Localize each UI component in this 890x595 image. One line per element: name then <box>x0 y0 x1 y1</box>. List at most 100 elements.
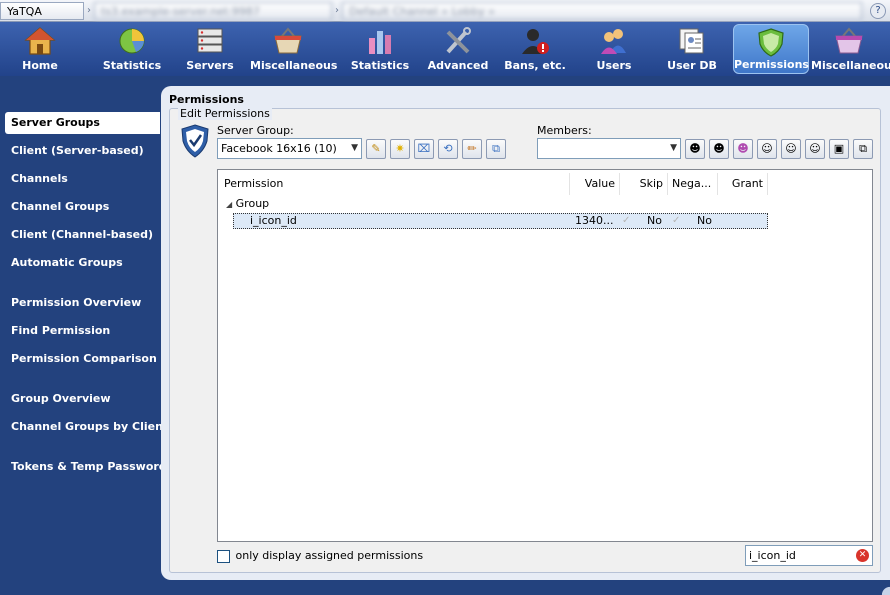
breadcrumb-server[interactable]: ts3.example-server.net:9987 <box>94 2 332 20</box>
user-add-icon: ☻ <box>737 142 749 155</box>
corner-logo-icon <box>876 581 890 595</box>
copy-icon: ⧉ <box>492 142 500 155</box>
tools-icon <box>446 27 471 54</box>
cell-value: 1340... <box>575 214 614 227</box>
users-icon <box>601 29 626 54</box>
server-group-select[interactable]: Facebook 16x16 (10) ▼ <box>217 138 362 159</box>
breadcrumb-app[interactable]: YaTQA <box>0 2 84 20</box>
checkbox-box[interactable] <box>217 549 230 563</box>
toolbar-user-db-button[interactable]: User DB <box>654 24 730 74</box>
toolbar-servers-button[interactable]: Servers <box>172 24 248 74</box>
users-icon: ☺ <box>785 142 797 155</box>
edit-permissions-group: Edit Permissions Server Group: Facebook … <box>169 107 881 573</box>
refresh-icon: ⟲ <box>443 142 453 155</box>
breadcrumb-channel[interactable]: Default Channel » Lobby » <box>342 2 862 20</box>
sidebar-item-automatic-groups[interactable]: Automatic Groups <box>5 252 160 274</box>
toolbar-advanced-button[interactable]: Advanced <box>420 24 496 74</box>
permission-table[interactable]: Permission Value Skip Nega... Grant ◢ Gr… <box>217 169 873 542</box>
basket-icon <box>274 27 302 54</box>
member-action-1-button[interactable]: ☻ <box>685 139 705 159</box>
user-edit-icon: ☺ <box>809 142 821 155</box>
sidebar-item-channel-groups-by-client[interactable]: Channel Groups by Client <box>5 416 168 438</box>
servers-icon <box>197 28 223 53</box>
sidebar-item-permission-overview[interactable]: Permission Overview <box>5 292 160 314</box>
sidebar-item-server-groups[interactable]: Server Groups <box>5 112 160 134</box>
group-box-title: Edit Permissions <box>178 107 272 120</box>
trash-icon: ⌧ <box>417 142 431 155</box>
rename-group-button[interactable]: ✎ <box>366 139 386 159</box>
check-icon: ✓ <box>622 215 631 226</box>
column-skip[interactable]: Skip <box>620 173 668 195</box>
toolbar-home-button[interactable]: Home <box>2 24 78 74</box>
user-db-icon <box>679 28 704 54</box>
main-toolbar: Home Statistics Servers Miscellaneous St… <box>0 22 890 76</box>
cell-skip: No <box>647 214 662 227</box>
user-card-icon: ▣ <box>833 142 845 155</box>
member-action-3-button[interactable]: ☻ <box>733 139 753 159</box>
refresh-button[interactable]: ⟲ <box>438 139 458 159</box>
pencil-icon: ✏ <box>467 142 477 155</box>
copy-group-button[interactable]: ⧉ <box>486 139 506 159</box>
column-negate[interactable]: Nega... <box>668 173 718 195</box>
star-icon: ✷ <box>395 142 405 155</box>
sidebar: Server Groups Client (Server-based) Chan… <box>0 106 173 595</box>
sidebar-item-tokens[interactable]: Tokens & Temp Passwords <box>5 456 173 478</box>
sidebar-item-client-channel-based[interactable]: Client (Channel-based) <box>5 224 160 246</box>
cell-permission: i_icon_id <box>250 214 297 227</box>
help-icon[interactable]: ? <box>870 3 886 19</box>
user-search-icon: ☻ <box>689 142 701 155</box>
toolbar-bans-button[interactable]: Bans, etc. <box>497 24 573 74</box>
check-icon: ✓ <box>672 215 681 226</box>
sidebar-item-client-server-based[interactable]: Client (Server-based) <box>5 140 160 162</box>
chevron-down-icon[interactable]: ▼ <box>670 139 677 158</box>
clear-icon[interactable]: ✕ <box>856 549 869 562</box>
toolbar-statistics-button[interactable]: Statistics <box>94 24 170 74</box>
member-action-4-button[interactable]: ☺ <box>757 139 777 159</box>
home-icon <box>24 27 56 55</box>
members-label: Members: <box>537 124 592 137</box>
member-action-6-button[interactable]: ☺ <box>805 139 825 159</box>
breadcrumb-separator-icon: › <box>87 5 91 16</box>
user-copy-icon: ⧉ <box>859 142 867 155</box>
toolbar-users-button[interactable]: Users <box>576 24 652 74</box>
breadcrumb-separator-icon: › <box>335 5 339 16</box>
members-select[interactable]: ▼ <box>537 138 681 159</box>
toolbar-permissions-button[interactable]: Permissions <box>733 24 809 74</box>
sidebar-item-channels[interactable]: Channels <box>5 168 160 190</box>
table-row[interactable]: i_icon_id 1340... ✓ No ✓ No <box>233 213 768 229</box>
sidebar-item-group-overview[interactable]: Group Overview <box>5 388 160 410</box>
sidebar-item-permission-comparison[interactable]: Permission Comparison <box>5 348 160 370</box>
sidebar-item-find-permission[interactable]: Find Permission <box>5 320 160 342</box>
member-action-7-button[interactable]: ▣ <box>829 139 849 159</box>
server-group-label: Server Group: <box>217 124 294 137</box>
sidebar-item-channel-groups[interactable]: Channel Groups <box>5 196 160 218</box>
tree-group-node[interactable]: ◢ Group <box>226 197 269 210</box>
key-icon: ✎ <box>371 142 381 155</box>
delete-group-button[interactable]: ⌧ <box>414 139 434 159</box>
pie-chart-icon <box>119 28 145 54</box>
toolbar-miscellaneous-button[interactable]: Miscellaneous <box>250 24 337 74</box>
new-group-button[interactable]: ✷ <box>390 139 410 159</box>
column-value[interactable]: Value <box>570 173 620 195</box>
only-assigned-checkbox[interactable]: only display assigned permissions <box>217 549 423 563</box>
shield-icon <box>758 28 784 57</box>
user-info-icon: ☺ <box>761 142 773 155</box>
expand-triangle-icon[interactable]: ◢ <box>226 200 232 209</box>
member-action-5-button[interactable]: ☺ <box>781 139 801 159</box>
chevron-down-icon[interactable]: ▼ <box>351 139 358 158</box>
toolbar-miscellaneous2-button[interactable]: Miscellaneous <box>811 24 890 74</box>
user-remove-icon: ☻ <box>713 142 725 155</box>
member-action-2-button[interactable]: ☻ <box>709 139 729 159</box>
ban-icon <box>522 29 549 54</box>
bar-chart-icon <box>369 31 391 54</box>
breadcrumb: YaTQA › ts3.example-server.net:9987 › De… <box>0 0 890 22</box>
cell-negate: No <box>697 214 712 227</box>
member-action-8-button[interactable]: ⧉ <box>853 139 873 159</box>
column-permission[interactable]: Permission <box>220 173 570 195</box>
shield-check-icon <box>181 124 209 158</box>
toolbar-statistics2-button[interactable]: Statistics <box>342 24 418 74</box>
permissions-panel: Permissions Edit Permissions Server Grou… <box>161 86 890 580</box>
permission-search-input[interactable]: i_icon_id ✕ <box>745 545 873 566</box>
column-grant[interactable]: Grant <box>718 173 768 195</box>
edit-button[interactable]: ✏ <box>462 139 482 159</box>
